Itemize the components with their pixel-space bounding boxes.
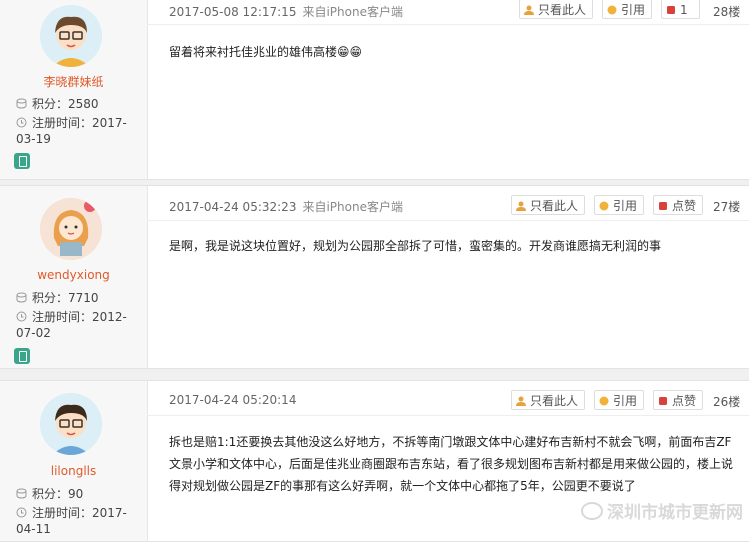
- only-this-user-label: 只看此人: [530, 394, 578, 408]
- quote-icon: [599, 392, 609, 402]
- only-this-user-button[interactable]: 只看此人: [511, 390, 585, 410]
- divider: [147, 220, 749, 221]
- points-stat: 积分：90: [16, 486, 144, 502]
- post-datetime: 2017-04-24 05:32:23: [169, 200, 296, 214]
- user-panel: lilonglls 积分：90 注册时间：2017-04-11: [0, 381, 148, 541]
- username[interactable]: wendyxiong: [0, 268, 147, 282]
- register-text: 注册时间：2017-03-19: [16, 116, 127, 146]
- points-text: 积分：2580: [32, 97, 99, 111]
- mobile-phone-icon: [14, 153, 30, 169]
- register-stat: 注册时间：2017-03-19: [16, 115, 144, 147]
- thumbs-up-icon: [658, 197, 668, 207]
- like-count: 1: [680, 3, 688, 17]
- like-button[interactable]: 1: [661, 0, 700, 19]
- points-text: 积分：90: [32, 487, 83, 501]
- quote-label: 引用: [613, 199, 637, 213]
- post-27: wendyxiong 积分：7710 注册时间：2012-07-02 2017-…: [0, 185, 749, 369]
- quote-button[interactable]: 引用: [594, 195, 644, 215]
- points-stat: 积分：2580: [16, 96, 144, 112]
- like-button[interactable]: 点赞: [653, 390, 703, 410]
- quote-label: 引用: [621, 3, 645, 17]
- quote-icon: [607, 1, 617, 11]
- register-stat: 注册时间：2017-04-11: [16, 505, 144, 537]
- only-this-user-button[interactable]: 只看此人: [511, 195, 585, 215]
- only-this-user-label: 只看此人: [530, 199, 578, 213]
- quote-icon: [599, 197, 609, 207]
- post-datetime: 2017-05-08 12:17:15: [169, 5, 296, 19]
- user-icon: [516, 197, 526, 207]
- user-avatar[interactable]: [40, 393, 102, 455]
- only-this-user-button[interactable]: 只看此人: [519, 0, 593, 19]
- coins-icon: [16, 97, 27, 108]
- post-28: 李晓群妹纸 积分：2580 注册时间：2017-03-19 2017-05-08…: [0, 0, 749, 180]
- post-meta: 2017-05-08 12:17:15 来自iPhone客户端: [169, 3, 403, 20]
- like-label: 点赞: [672, 394, 696, 408]
- mobile-phone-icon: [14, 348, 30, 364]
- user-avatar[interactable]: [40, 198, 102, 260]
- user-avatar[interactable]: [40, 5, 102, 67]
- clock-icon: [16, 310, 27, 321]
- quote-button[interactable]: 引用: [594, 390, 644, 410]
- thumbs-up-icon: [658, 392, 668, 402]
- divider: [147, 415, 749, 416]
- wechat-logo-icon: [581, 502, 603, 520]
- register-text: 注册时间：2012-07-02: [16, 310, 127, 340]
- post-source: 来自iPhone客户端: [302, 200, 403, 214]
- points-text: 积分：7710: [32, 291, 99, 305]
- watermark: 深圳市城市更新网: [581, 498, 743, 523]
- user-icon: [524, 1, 534, 11]
- points-stat: 积分：7710: [16, 290, 144, 306]
- like-button[interactable]: 点赞: [653, 195, 703, 215]
- coins-icon: [16, 487, 27, 498]
- coins-icon: [16, 291, 27, 302]
- floor-number[interactable]: 27楼: [713, 198, 740, 215]
- divider: [147, 24, 749, 25]
- floor-number[interactable]: 28楼: [713, 3, 740, 20]
- user-panel: 李晓群妹纸 积分：2580 注册时间：2017-03-19: [0, 0, 148, 179]
- floor-number[interactable]: 26楼: [713, 393, 740, 410]
- username[interactable]: 李晓群妹纸: [0, 73, 147, 90]
- username[interactable]: lilonglls: [0, 464, 147, 478]
- post-content: 拆也是赔1:1还要换去其他没这么好地方，不拆等南门墩跟文体中心建好布吉新村不就会…: [169, 431, 739, 497]
- quote-label: 引用: [613, 394, 637, 408]
- only-this-user-label: 只看此人: [538, 3, 586, 17]
- clock-icon: [16, 116, 27, 127]
- thumbs-up-icon: [666, 1, 676, 11]
- quote-button[interactable]: 引用: [602, 0, 652, 19]
- like-label: 点赞: [672, 199, 696, 213]
- register-text: 注册时间：2017-04-11: [16, 506, 127, 536]
- user-panel: wendyxiong 积分：7710 注册时间：2012-07-02: [0, 186, 148, 368]
- post-content: 留着将来衬托佳兆业的雄伟高楼😁😁: [169, 41, 729, 63]
- post-meta: 2017-04-24 05:20:14: [169, 393, 296, 407]
- clock-icon: [16, 506, 27, 517]
- post-meta: 2017-04-24 05:32:23 来自iPhone客户端: [169, 198, 403, 215]
- user-icon: [516, 392, 526, 402]
- watermark-text: 深圳市城市更新网: [607, 503, 743, 523]
- post-source: 来自iPhone客户端: [302, 5, 403, 19]
- post-content: 是啊，我是说这块位置好，规划为公园那全部拆了可惜，蛮密集的。开发商谁愿搞无利润的…: [169, 235, 739, 257]
- register-stat: 注册时间：2012-07-02: [16, 309, 144, 341]
- post-datetime: 2017-04-24 05:20:14: [169, 393, 296, 407]
